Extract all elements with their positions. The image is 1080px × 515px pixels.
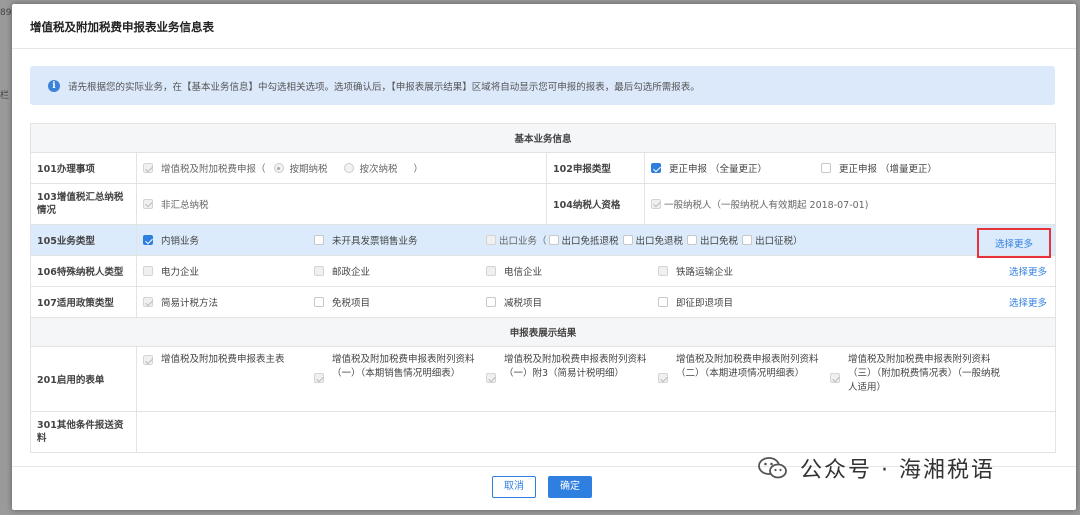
option-label: 出口免退税	[635, 236, 684, 247]
info-icon: i	[48, 79, 60, 92]
row-label-201: 201启用的表单	[30, 346, 137, 412]
tax-reduction-checkbox[interactable]	[486, 297, 496, 307]
business-info-table: 基本业务信息 101办理事项 增值税及附加税费申报（ 按期纳税 按次纳税 ） 1…	[29, 123, 1057, 453]
row-label-301: 301其他条件报送资料	[30, 411, 137, 453]
general-taxpayer-checkbox[interactable]	[651, 198, 661, 209]
row-label-103: 103增值税汇总纳税情况	[30, 183, 137, 225]
row-label-102: 102申报类型	[546, 152, 645, 184]
confirm-button[interactable]: 确定	[548, 476, 592, 498]
export-exemption-credit-refund-checkbox[interactable]	[548, 235, 559, 245]
radio-periodic[interactable]	[273, 163, 284, 173]
option-label: 更正申报 （全量更正）	[669, 164, 768, 175]
notice-text: 请先根据您的实际业务，在【基本业务信息】中勾选相关选项。选项确认后，【申报表展示…	[68, 81, 700, 93]
option-label: 出口征税）	[755, 236, 803, 247]
form-schedule3-checkbox[interactable]	[830, 373, 840, 383]
select-more-box-highlight: 选择更多	[977, 228, 1052, 258]
simple-tax-method-checkbox[interactable]	[143, 297, 153, 307]
option-label: 未开具发票销售业务	[332, 236, 418, 247]
option-label: 更正申报 （增量更正）	[839, 164, 938, 175]
form-label: 增值税及附加税费申报表主表	[161, 354, 285, 365]
watermark-text: 公众号 · 海湘税语	[800, 458, 995, 483]
form-label: 增值税及附加税费申报表附列资料（一）附3（简易计税明细）	[504, 354, 647, 379]
row-label-106: 106特殊纳税人类型	[30, 255, 137, 287]
option-label: 电力企业	[161, 267, 200, 278]
railway-company-checkbox[interactable]	[658, 266, 668, 276]
option-label: 增值税及附加税费申报（	[161, 164, 266, 175]
option-label: 出口免税	[700, 236, 739, 247]
domestic-sales-checkbox[interactable]	[143, 235, 153, 245]
export-checkbox[interactable]	[486, 235, 496, 245]
tax-exempt-checkbox[interactable]	[314, 297, 324, 307]
watermark: 公众号 · 海湘税语	[758, 452, 995, 484]
section-header-result: 申报表展示结果	[29, 317, 1057, 347]
section-header-basic: 基本业务信息	[29, 123, 1057, 153]
incremental-correction-checkbox[interactable]	[821, 163, 831, 173]
option-label: 即征即退项目	[676, 298, 734, 309]
option-label: 一般纳税人（一般纳税人有效期起 2018-07-01)	[664, 199, 869, 211]
cancel-button[interactable]: 取消	[492, 476, 536, 498]
background-text: 栏	[0, 91, 10, 101]
option-label: 电信企业	[504, 267, 543, 278]
option-label: 邮政企业	[332, 267, 371, 278]
option-label: 非汇总纳税	[161, 199, 209, 211]
export-levy-checkbox[interactable]	[742, 235, 753, 245]
option-label: ）	[413, 164, 424, 175]
select-more-link-107[interactable]: 选择更多	[1009, 295, 1047, 309]
option-label: 免税项目	[332, 298, 371, 309]
business-info-dialog: 增值税及附加税费申报表业务信息表 i 请先根据您的实际业务，在【基本业务信息】中…	[12, 4, 1076, 510]
form-label: 增值税及附加税费申报表附列资料（一）（本期销售情况明细表）	[332, 354, 475, 379]
postal-company-checkbox[interactable]	[314, 266, 324, 276]
wechat-icon	[758, 457, 787, 479]
form-label: 增值税及附加税费申报表附列资料（三）（附加税费情况表）（一般纳税人适用）	[848, 354, 1001, 393]
divider	[12, 48, 1076, 49]
form-schedule1-checkbox[interactable]	[314, 373, 324, 383]
form-schedule2-checkbox[interactable]	[658, 373, 668, 383]
option-label: 铁路运输企业	[676, 267, 734, 278]
other-materials-cell	[135, 411, 1057, 453]
row-label-107: 107适用政策类型	[30, 286, 137, 318]
telecom-company-checkbox[interactable]	[486, 266, 496, 276]
option-label: 按次纳税	[359, 164, 398, 175]
power-company-checkbox[interactable]	[143, 266, 153, 276]
option-label: 出口业务（	[499, 236, 547, 247]
row-label-105: 105业务类型	[30, 224, 137, 256]
option-label: 内销业务	[161, 236, 200, 247]
form-schedule1-annex3-checkbox[interactable]	[486, 373, 496, 383]
option-label: 出口免抵退税	[561, 236, 619, 247]
form-main-checkbox[interactable]	[143, 355, 153, 365]
export-exemption-checkbox[interactable]	[687, 235, 698, 245]
form-label: 增值税及附加税费申报表附列资料（二）（本期进项情况明细表）	[676, 354, 819, 379]
export-exemption-refund-checkbox[interactable]	[622, 235, 633, 245]
select-more-link-106[interactable]: 选择更多	[1009, 264, 1047, 278]
option-label: 简易计税方法	[161, 298, 219, 309]
full-correction-checkbox[interactable]	[651, 163, 661, 173]
levy-refund-checkbox[interactable]	[658, 297, 668, 307]
non-consolidated-checkbox[interactable]	[143, 198, 153, 209]
radio-per-transaction[interactable]	[343, 163, 354, 173]
dialog-title: 增值税及附加税费申报表业务信息表	[30, 20, 214, 34]
row-label-101: 101办理事项	[30, 152, 137, 184]
vat-declare-checkbox[interactable]	[143, 163, 153, 173]
notice-banner: i 请先根据您的实际业务，在【基本业务信息】中勾选相关选项。选项确认后，【申报表…	[30, 66, 1055, 105]
row-label-104: 104纳税人资格	[546, 183, 645, 225]
no-invoice-sales-checkbox[interactable]	[314, 235, 324, 245]
option-label: 按期纳税	[289, 164, 328, 175]
option-label: 减税项目	[504, 298, 543, 309]
background-text: 89	[0, 8, 12, 18]
select-more-link-105[interactable]: 选择更多	[995, 239, 1033, 250]
